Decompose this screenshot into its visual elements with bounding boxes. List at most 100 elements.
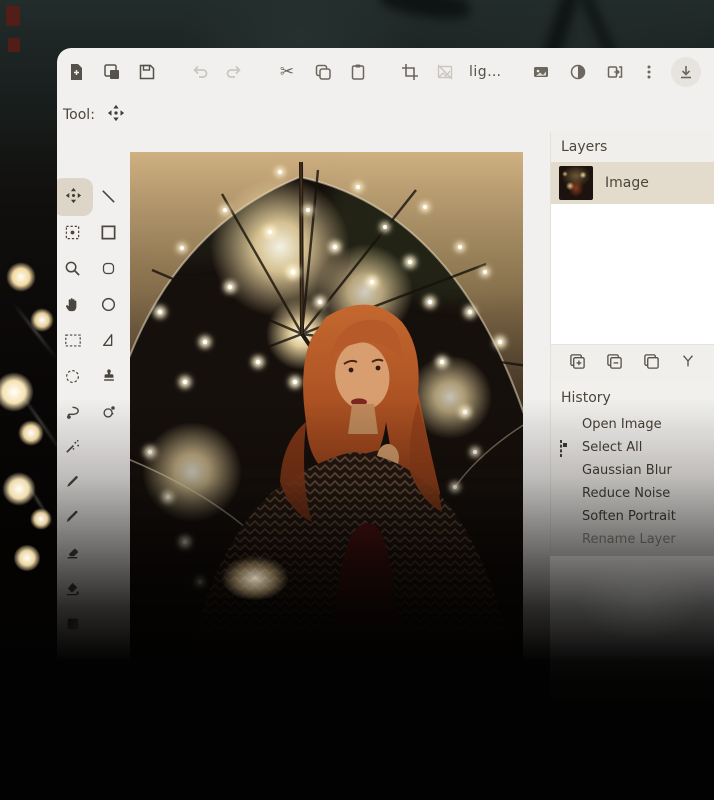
history-item-select-all[interactable]: Select All	[551, 436, 714, 459]
tool-hand[interactable]	[54, 288, 91, 324]
canvas-photo	[130, 152, 523, 660]
edge-partial-icon	[710, 63, 714, 81]
magnifier-icon	[64, 260, 81, 281]
fill-bucket-icon	[64, 580, 81, 601]
crop-button[interactable]	[398, 60, 422, 84]
tool-circle[interactable]	[90, 288, 127, 324]
rect-marquee-icon	[64, 333, 82, 352]
layer-row[interactable]: Image	[551, 162, 714, 204]
history-item-gaussian-blur[interactable]: Gaussian Blur	[551, 459, 714, 482]
resize-button[interactable]	[603, 60, 627, 84]
tool-line[interactable]	[90, 180, 127, 216]
layers-panel-header: Layers	[551, 132, 714, 162]
brightness-contrast-button[interactable]	[566, 60, 590, 84]
ellipse-marquee-icon	[64, 368, 81, 389]
heal-icon	[101, 404, 117, 424]
rename-layer-icon	[559, 533, 573, 547]
light-glow	[14, 545, 40, 571]
tool-triangle[interactable]	[90, 324, 127, 360]
merge-layers-button[interactable]	[680, 353, 696, 373]
layers-header-label: Layers	[561, 139, 607, 155]
tool-rect-marquee[interactable]	[54, 324, 91, 360]
stamp-icon	[101, 368, 117, 388]
open-image-icon	[559, 418, 573, 432]
redo-icon	[225, 63, 243, 81]
history-item-label: Soften Portrait	[582, 509, 676, 524]
eraser-icon	[64, 544, 81, 565]
new-file-button[interactable]	[64, 60, 88, 84]
reduce-noise-icon	[559, 487, 573, 501]
undo-icon	[191, 63, 209, 81]
canvas-area[interactable]	[130, 152, 523, 660]
gradient-icon	[65, 616, 81, 636]
tool-select-transform[interactable]	[54, 216, 91, 252]
rounded-rectangle-icon	[101, 261, 116, 280]
layers-list-empty[interactable]	[551, 204, 714, 344]
redo-button[interactable]	[222, 60, 246, 84]
tool-magic-wand[interactable]	[54, 430, 91, 466]
layer-name: Image	[605, 175, 649, 191]
tool-gradient[interactable]	[54, 608, 91, 644]
contrast-icon	[569, 63, 587, 81]
remove-layer-button[interactable]	[606, 353, 623, 374]
undo-button[interactable]	[188, 60, 212, 84]
history-header-label: History	[561, 390, 611, 406]
copy-icon	[314, 63, 332, 81]
tool-fill[interactable]	[54, 572, 91, 608]
insert-image-button[interactable]	[529, 60, 553, 84]
tool-stamp[interactable]	[90, 360, 127, 396]
tool-ellipse-marquee[interactable]	[54, 360, 91, 396]
light-glow	[6, 262, 36, 292]
background-red-mark	[6, 6, 20, 26]
export-button[interactable]	[671, 57, 701, 87]
tool-brush[interactable]	[54, 465, 91, 501]
history-item-soften-portrait[interactable]: Soften Portrait	[551, 505, 714, 528]
kebab-menu-icon	[640, 63, 658, 81]
layer-thumbnail	[559, 166, 593, 200]
tool-lasso[interactable]	[54, 396, 91, 432]
tool-rounded-rectangle[interactable]	[90, 252, 127, 288]
tool-indicator-label: Tool:	[63, 107, 95, 123]
tool-move[interactable]	[53, 178, 93, 216]
magic-wand-icon	[64, 438, 81, 459]
tool-pencil[interactable]	[54, 500, 91, 536]
clipboard-icon	[349, 63, 367, 81]
select-all-icon	[559, 441, 573, 455]
lasso-icon	[64, 404, 81, 425]
history-item-rename-layer[interactable]: Rename Layer	[551, 528, 714, 551]
history-item-open-image[interactable]: Open Image	[551, 413, 714, 436]
more-menu-button[interactable]	[637, 60, 661, 84]
select-transform-icon	[64, 224, 81, 245]
tool-rectangle[interactable]	[90, 216, 127, 252]
move-icon	[65, 187, 82, 208]
duplicate-layer-button[interactable]	[643, 353, 660, 374]
open-file-icon	[103, 63, 121, 81]
main-toolbar: ✂ lig…	[57, 48, 714, 96]
tool-zoom[interactable]	[54, 252, 91, 288]
tool-eraser[interactable]	[54, 536, 91, 572]
toolbar-edge-button[interactable]	[707, 60, 714, 84]
paste-button[interactable]	[346, 60, 370, 84]
tree-branch	[379, 0, 472, 23]
brush-icon	[64, 473, 81, 494]
cut-button[interactable]: ✂	[275, 60, 299, 84]
editor-window: ✂ lig…	[57, 48, 714, 664]
deselect-button[interactable]	[433, 60, 457, 84]
line-icon	[100, 188, 117, 209]
history-item-label: Open Image	[582, 417, 662, 432]
save-button[interactable]	[135, 60, 159, 84]
image-icon	[532, 63, 550, 81]
history-item-label: Gaussian Blur	[582, 463, 672, 478]
resize-icon	[606, 63, 624, 81]
tool-heal[interactable]	[90, 396, 127, 432]
copy-button[interactable]	[311, 60, 335, 84]
tool-indicator: Tool:	[63, 98, 125, 132]
save-icon	[138, 63, 156, 81]
history-item-reduce-noise[interactable]: Reduce Noise	[551, 482, 714, 505]
open-file-button[interactable]	[100, 60, 124, 84]
background-red-mark	[8, 38, 20, 52]
add-layer-button[interactable]	[569, 353, 586, 374]
document-filename[interactable]: lig…	[469, 60, 502, 84]
soften-portrait-icon	[559, 510, 573, 524]
deselect-image-icon	[436, 63, 454, 81]
